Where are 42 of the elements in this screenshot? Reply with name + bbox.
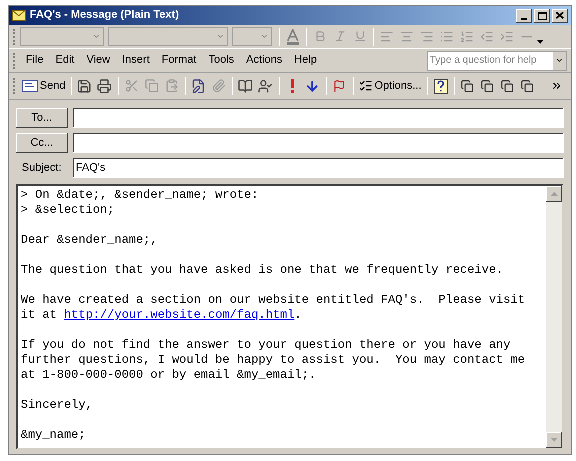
close-button[interactable] xyxy=(552,8,568,22)
body-paragraph: Sincerely, xyxy=(21,398,94,413)
close-icon xyxy=(556,12,564,19)
options-button[interactable]: Options... xyxy=(356,76,424,96)
address-button[interactable]: Cc... xyxy=(16,133,68,153)
menu-item[interactable]: Help xyxy=(288,52,324,69)
field-label: Subject: xyxy=(21,160,63,176)
caret-icon xyxy=(260,32,269,41)
menu-item[interactable]: Tools xyxy=(202,52,240,69)
help-search-field[interactable]: Type a question for help xyxy=(427,50,567,70)
caret-icon xyxy=(92,32,101,41)
up-arrow-icon[interactable] xyxy=(550,192,558,196)
address-button[interactable]: To... xyxy=(16,108,68,128)
input-field[interactable]: FAQ's xyxy=(73,158,564,178)
link[interactable]: http://your.website.com/faq.html xyxy=(64,308,295,322)
minimize-button[interactable] xyxy=(516,8,532,22)
caret-icon xyxy=(555,56,564,65)
send-button[interactable]: Send xyxy=(20,76,68,96)
body-paragraph: The question that you have asked is one that we frequently receive. xyxy=(21,263,504,278)
caret-icon[interactable] xyxy=(537,40,544,44)
dropdown-field[interactable] xyxy=(232,27,272,46)
menu-item[interactable]: File xyxy=(20,52,50,69)
body-paragraph: We have created a section on our website entitled FAQ's. Please visit it at http://your.website.com/faq.html. xyxy=(21,293,526,323)
maximize-button[interactable] xyxy=(534,8,550,22)
window-title: FAQ's - Message (Plain Text) xyxy=(30,8,180,24)
caret-icon xyxy=(216,32,225,41)
body-paragraph: Dear &sender_name;, xyxy=(21,233,159,248)
input-field[interactable] xyxy=(73,108,564,128)
body-paragraph: > On &date;, &sender_name; wrote: > &selection; xyxy=(21,188,260,218)
menu-item[interactable]: Format xyxy=(156,52,203,69)
scrollbar[interactable] xyxy=(546,186,562,448)
body-paragraph: If you do not find the answer to your question there or you have any further questions, I would be happy to assist you. You may contact me at 1-800-000-0000 or by email &my_email;. xyxy=(21,338,526,383)
options-icon xyxy=(358,79,373,93)
menu-item[interactable]: Edit xyxy=(50,52,81,69)
dropdown-field[interactable] xyxy=(20,27,104,46)
menu-item[interactable]: Insert xyxy=(116,52,156,69)
body-paragraph: &my_name; xyxy=(21,428,87,443)
menu-item[interactable]: Actions xyxy=(240,52,288,69)
dropdown-field[interactable] xyxy=(108,27,228,46)
menu-item[interactable]: View xyxy=(80,52,116,69)
input-field[interactable] xyxy=(73,133,564,153)
message-body[interactable] xyxy=(16,184,564,450)
